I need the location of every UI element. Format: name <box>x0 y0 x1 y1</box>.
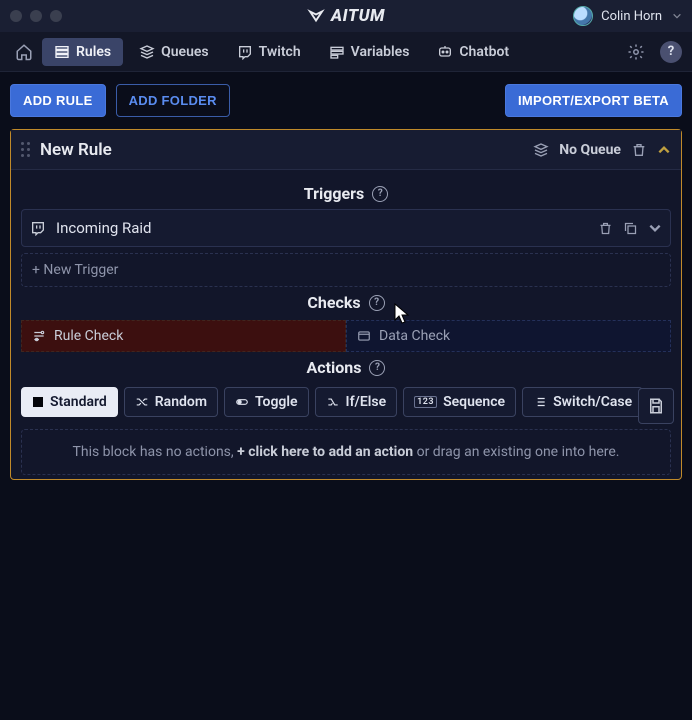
action-tab-random[interactable]: Random <box>124 387 218 417</box>
section-actions-title: Actions ? <box>21 352 671 383</box>
copy-icon <box>623 221 638 236</box>
variables-icon <box>329 44 345 60</box>
help-icon[interactable]: ? <box>369 360 385 376</box>
add-folder-button[interactable]: ADD FOLDER <box>116 84 230 117</box>
titlebar: AITUM Colin Horn <box>0 0 692 32</box>
section-triggers-title: Triggers ? <box>21 178 671 209</box>
maximize-window-icon[interactable] <box>50 10 62 22</box>
list-icon <box>533 395 547 409</box>
tab-twitch[interactable]: Twitch <box>225 38 313 66</box>
data-icon <box>357 329 371 343</box>
square-icon <box>32 396 44 408</box>
chevron-up-icon <box>657 143 671 157</box>
user-name: Colin Horn <box>601 9 662 24</box>
avatar <box>573 6 593 26</box>
app-brand: AITUM <box>307 6 385 26</box>
rule-title[interactable]: New Rule <box>40 140 112 160</box>
sequence-icon: 123 <box>414 396 437 408</box>
delete-trigger-button[interactable] <box>598 221 613 236</box>
rule-card: New Rule No Queue Triggers ? Incoming Ra… <box>10 129 682 480</box>
action-tab-standard[interactable]: Standard <box>21 387 118 417</box>
action-tab-switchcase[interactable]: Switch/Case <box>522 387 643 417</box>
check-label: Data Check <box>379 328 450 344</box>
close-window-icon[interactable] <box>10 10 22 22</box>
check-label: Rule Check <box>54 328 123 344</box>
tab-label: Queues <box>161 44 209 60</box>
layers-icon <box>533 142 549 158</box>
save-button[interactable] <box>638 388 674 424</box>
action-type-tabs: Standard Random Toggle If/Else 123 Seque… <box>21 387 671 417</box>
empty-actions-block[interactable]: This block has no actions, + click here … <box>21 429 671 475</box>
import-export-button[interactable]: IMPORT/EXPORT BETA <box>505 84 682 117</box>
chevron-down-icon <box>672 11 682 21</box>
settings-button[interactable] <box>624 40 648 64</box>
help-icon[interactable]: ? <box>372 186 388 202</box>
save-icon <box>647 397 665 415</box>
shuffle-icon <box>135 395 149 409</box>
tab-rules[interactable]: Rules <box>42 38 123 66</box>
toggle-icon <box>235 395 249 409</box>
collapse-rule-button[interactable] <box>657 143 671 157</box>
delete-rule-button[interactable] <box>631 142 647 158</box>
rule-header: New Rule No Queue <box>11 130 681 170</box>
branch-icon <box>326 395 340 409</box>
data-check-button[interactable]: Data Check <box>346 320 671 352</box>
duplicate-trigger-button[interactable] <box>623 221 638 236</box>
twitch-icon <box>237 44 253 60</box>
help-icon[interactable]: ? <box>369 295 385 311</box>
rule-actions-row: ADD RULE ADD FOLDER IMPORT/EXPORT BETA <box>0 72 692 129</box>
empty-text-post: or drag an existing one into here. <box>413 444 619 460</box>
empty-text-link[interactable]: + click here to add an action <box>237 444 413 460</box>
home-button[interactable] <box>10 38 38 66</box>
trigger-item[interactable]: Incoming Raid <box>21 209 671 247</box>
queues-icon <box>139 44 155 60</box>
tab-chatbot[interactable]: Chatbot <box>425 38 521 66</box>
main-toolbar: Rules Queues Twitch Variables Chatbot ? <box>0 32 692 72</box>
user-menu[interactable]: Colin Horn <box>573 6 682 26</box>
action-tab-ifelse[interactable]: If/Else <box>315 387 398 417</box>
minimize-window-icon[interactable] <box>30 10 42 22</box>
tab-label: Twitch <box>259 44 301 60</box>
tab-label: Variables <box>351 44 410 60</box>
rules-icon <box>54 44 70 60</box>
help-button[interactable]: ? <box>660 41 682 63</box>
drag-handle-icon[interactable] <box>21 142 30 157</box>
window-controls[interactable] <box>10 10 62 22</box>
trash-icon <box>598 221 613 236</box>
tab-variables[interactable]: Variables <box>317 38 422 66</box>
chevron-down-icon <box>648 221 662 235</box>
tab-queues[interactable]: Queues <box>127 38 221 66</box>
add-trigger-button[interactable]: + New Trigger <box>21 253 671 287</box>
action-tab-toggle[interactable]: Toggle <box>224 387 309 417</box>
gear-icon <box>627 43 645 61</box>
section-checks-title: Checks ? <box>21 287 671 318</box>
add-rule-button[interactable]: ADD RULE <box>10 84 106 117</box>
logo-icon <box>307 7 325 25</box>
tab-label: Chatbot <box>459 44 509 60</box>
action-tab-sequence[interactable]: 123 Sequence <box>403 387 516 417</box>
empty-text-pre: This block has no actions, <box>73 444 238 460</box>
trigger-label: Incoming Raid <box>56 219 152 237</box>
expand-trigger-button[interactable] <box>648 221 662 235</box>
rule-check-button[interactable]: Rule Check <box>21 320 346 352</box>
queue-icon[interactable] <box>533 142 549 158</box>
chatbot-icon <box>437 44 453 60</box>
tab-label: Rules <box>76 44 111 60</box>
twitch-icon <box>30 220 46 236</box>
sliders-icon <box>32 329 46 343</box>
queue-label[interactable]: No Queue <box>559 142 621 158</box>
home-icon <box>15 43 33 61</box>
trash-icon <box>631 142 647 158</box>
app-name: AITUM <box>331 6 385 26</box>
